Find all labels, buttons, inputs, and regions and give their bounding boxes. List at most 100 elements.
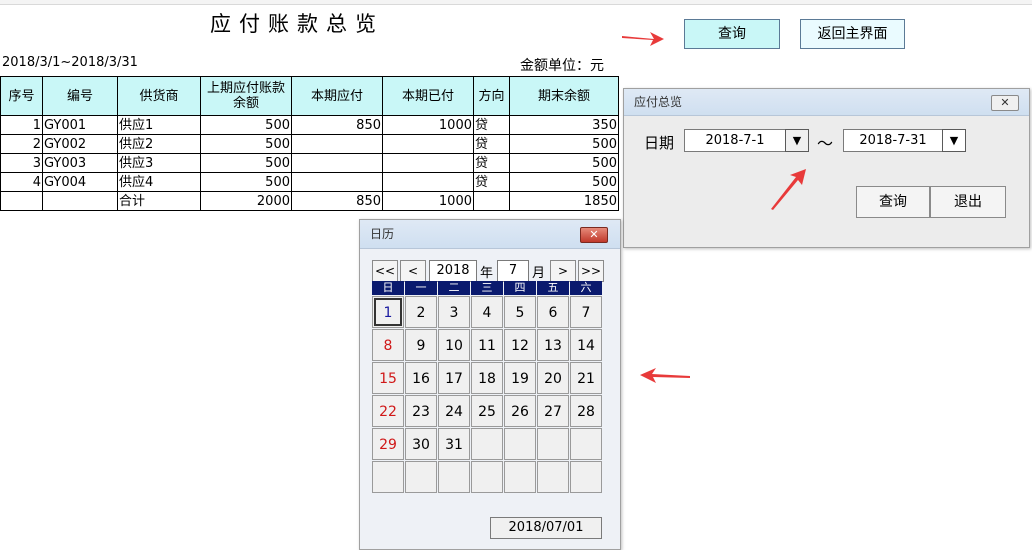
calendar-titlebar[interactable]: 日历 ✕ xyxy=(360,220,620,249)
back-to-main-button[interactable]: 返回主界面 xyxy=(800,19,905,49)
cell[interactable]: GY001 xyxy=(42,115,118,135)
next-month-button[interactable]: > xyxy=(550,260,576,282)
report-title: 应付账款总览 xyxy=(210,12,384,36)
date-range-separator: ～ xyxy=(817,134,834,153)
cell[interactable] xyxy=(382,172,474,192)
cell[interactable]: GY004 xyxy=(42,172,118,192)
end-date-dropdown-button[interactable]: ▼ xyxy=(942,129,966,152)
calendar-day[interactable]: 22 xyxy=(372,395,404,427)
calendar-day[interactable]: 4 xyxy=(471,296,503,328)
table-header-row: 序号 编号 供货商 上期应付账款余额 本期应付 本期已付 方向 期末余额 xyxy=(0,76,619,116)
chevron-down-icon: ▼ xyxy=(949,134,959,147)
calendar-day[interactable]: 31 xyxy=(438,428,470,460)
cell[interactable]: 500 xyxy=(200,115,292,135)
cell[interactable]: 500 xyxy=(200,172,292,192)
calendar-day[interactable]: 23 xyxy=(405,395,437,427)
calendar-day[interactable]: 27 xyxy=(537,395,569,427)
year-field[interactable]: 2018 xyxy=(429,260,477,282)
dialog-exit-button[interactable]: 退出 xyxy=(930,186,1006,218)
cell[interactable]: 500 xyxy=(200,134,292,154)
cell[interactable]: 350 xyxy=(509,115,619,135)
cell[interactable]: 供应1 xyxy=(117,115,201,135)
calendar-day[interactable]: 8 xyxy=(372,329,404,361)
calendar-day[interactable]: 30 xyxy=(405,428,437,460)
cell[interactable]: 1 xyxy=(0,115,43,135)
prev-month-button[interactable]: < xyxy=(400,260,426,282)
close-icon[interactable]: ✕ xyxy=(580,227,608,243)
start-date-field[interactable]: 2018-7-1 xyxy=(684,129,786,152)
cell[interactable]: 供应2 xyxy=(117,134,201,154)
cell[interactable]: 贷 xyxy=(473,153,510,173)
cell[interactable]: GY003 xyxy=(42,153,118,173)
calendar-day[interactable]: 10 xyxy=(438,329,470,361)
calendar-day[interactable]: 15 xyxy=(372,362,404,394)
calendar-day[interactable]: 1 xyxy=(372,296,404,328)
calendar-day[interactable]: 21 xyxy=(570,362,602,394)
header-end-balance: 期末余额 xyxy=(509,76,619,116)
cell[interactable]: 贷 xyxy=(473,134,510,154)
cell[interactable]: 4 xyxy=(0,172,43,192)
start-date-dropdown-button[interactable]: ▼ xyxy=(785,129,809,152)
query-dialog-titlebar[interactable]: 应付总览 ✕ xyxy=(624,89,1029,116)
calendar-day[interactable]: 7 xyxy=(570,296,602,328)
calendar-day[interactable]: 19 xyxy=(504,362,536,394)
calendar-day[interactable]: 18 xyxy=(471,362,503,394)
total-current-payable[interactable]: 850 xyxy=(291,191,383,211)
cell[interactable]: 500 xyxy=(509,153,619,173)
cell[interactable]: 1000 xyxy=(382,115,474,135)
cell[interactable]: 供应4 xyxy=(117,172,201,192)
calendar-day[interactable]: 24 xyxy=(438,395,470,427)
cell[interactable] xyxy=(382,134,474,154)
total-current-paid[interactable]: 1000 xyxy=(382,191,474,211)
calendar-day[interactable]: 28 xyxy=(570,395,602,427)
cell[interactable] xyxy=(42,191,118,211)
calendar-day[interactable]: 3 xyxy=(438,296,470,328)
calendar-day-empty xyxy=(570,461,602,493)
cell[interactable]: GY002 xyxy=(42,134,118,154)
weekday-wed: 三 xyxy=(471,281,503,295)
cell[interactable]: 3 xyxy=(0,153,43,173)
calendar-day[interactable]: 25 xyxy=(471,395,503,427)
calendar-day[interactable]: 5 xyxy=(504,296,536,328)
calendar-day[interactable]: 20 xyxy=(537,362,569,394)
cell[interactable] xyxy=(291,134,383,154)
cell[interactable]: 2 xyxy=(0,134,43,154)
cell[interactable] xyxy=(382,153,474,173)
cell[interactable]: 500 xyxy=(509,134,619,154)
cell[interactable] xyxy=(291,172,383,192)
close-icon[interactable]: ✕ xyxy=(991,95,1019,111)
prev-year-button[interactable]: << xyxy=(372,260,398,282)
calendar-day[interactable]: 2 xyxy=(405,296,437,328)
end-date-field[interactable]: 2018-7-31 xyxy=(843,129,943,152)
calendar-day[interactable]: 14 xyxy=(570,329,602,361)
cell[interactable]: 贷 xyxy=(473,172,510,192)
table-row: 1 GY001 供应1 500 850 1000 贷 350 xyxy=(0,115,619,135)
calendar-day[interactable]: 6 xyxy=(537,296,569,328)
calendar-day[interactable]: 29 xyxy=(372,428,404,460)
calendar-day[interactable]: 9 xyxy=(405,329,437,361)
calendar-day[interactable]: 16 xyxy=(405,362,437,394)
calendar-day[interactable]: 13 xyxy=(537,329,569,361)
cell[interactable] xyxy=(473,191,510,211)
dialog-query-button[interactable]: 查询 xyxy=(856,186,930,218)
calendar-day[interactable]: 17 xyxy=(438,362,470,394)
header-direction: 方向 xyxy=(473,76,510,116)
cell[interactable] xyxy=(291,153,383,173)
cell[interactable]: 850 xyxy=(291,115,383,135)
calendar-day[interactable]: 12 xyxy=(504,329,536,361)
total-prev-balance[interactable]: 2000 xyxy=(200,191,292,211)
weekday-sat: 六 xyxy=(570,281,602,295)
cell[interactable]: 供应3 xyxy=(117,153,201,173)
calendar-day[interactable]: 11 xyxy=(471,329,503,361)
payables-table: 序号 编号 供货商 上期应付账款余额 本期应付 本期已付 方向 期末余额 1 G… xyxy=(0,76,619,211)
cell[interactable] xyxy=(0,191,43,211)
sheet-query-button[interactable]: 查询 xyxy=(684,19,780,49)
calendar-day[interactable]: 26 xyxy=(504,395,536,427)
total-label[interactable]: 合计 xyxy=(117,191,201,211)
next-year-button[interactable]: >> xyxy=(578,260,604,282)
cell[interactable]: 贷 xyxy=(473,115,510,135)
cell[interactable]: 500 xyxy=(509,172,619,192)
total-end-balance[interactable]: 1850 xyxy=(509,191,619,211)
month-field[interactable]: 7 xyxy=(497,260,529,282)
cell[interactable]: 500 xyxy=(200,153,292,173)
